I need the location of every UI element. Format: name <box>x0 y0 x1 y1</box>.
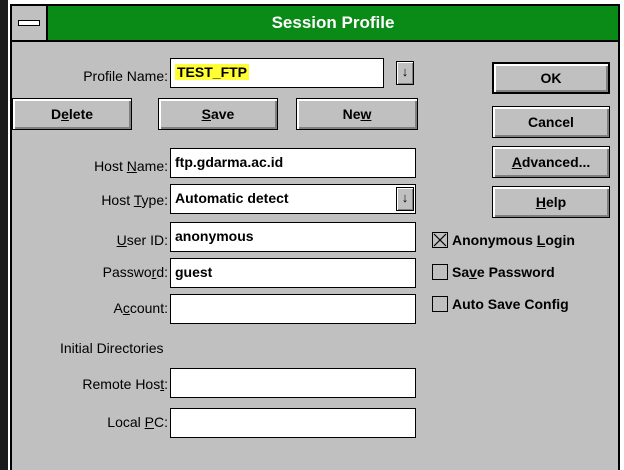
profile-dropdown-icon[interactable]: ↓ <box>396 61 414 85</box>
left-border <box>0 0 8 470</box>
user-id-field[interactable]: anonymous <box>170 222 416 252</box>
profile-name-field[interactable]: TEST_FTP <box>170 58 384 88</box>
save-password-checkbox[interactable] <box>432 264 448 280</box>
host-type-dropdown-icon[interactable]: ↓ <box>396 187 414 211</box>
password-label: Password: <box>102 264 168 280</box>
local-pc-field[interactable] <box>170 408 416 438</box>
account-field[interactable] <box>170 294 416 324</box>
local-pc-label: Local PC: <box>107 414 168 430</box>
anonymous-login-label[interactable]: Anonymous Login <box>452 232 575 248</box>
ok-button[interactable]: OK <box>492 62 610 94</box>
remote-host-field[interactable] <box>170 368 416 398</box>
delete-button[interactable]: Delete <box>12 98 132 130</box>
session-profile-dialog: Session Profile Profile Name: TEST_FTP ↓… <box>10 4 620 470</box>
help-button[interactable]: Help <box>492 186 610 218</box>
user-id-label: User ID: <box>116 232 168 248</box>
window-title: Session Profile <box>271 13 395 32</box>
host-name-field[interactable]: ftp.gdarma.ac.id <box>170 148 416 178</box>
save-button[interactable]: Save <box>158 98 278 130</box>
anonymous-login-checkbox[interactable] <box>432 232 448 248</box>
host-name-label: Host Name: <box>94 158 168 174</box>
advanced-button[interactable]: Advanced... <box>492 146 610 178</box>
profile-name-label: Profile Name: <box>83 68 168 84</box>
screen: Session Profile Profile Name: TEST_FTP ↓… <box>0 0 624 470</box>
account-label: Account: <box>113 300 168 316</box>
auto-save-config-label[interactable]: Auto Save Config <box>452 296 569 312</box>
cancel-button[interactable]: Cancel <box>492 106 610 138</box>
profile-name-value: TEST_FTP <box>175 64 250 80</box>
host-type-value: Automatic detect <box>175 190 289 206</box>
auto-save-config-checkbox[interactable] <box>432 296 448 312</box>
password-field[interactable]: guest <box>170 258 416 288</box>
host-type-label: Host Type: <box>101 192 168 208</box>
save-password-label[interactable]: Save Password <box>452 264 555 280</box>
remote-host-label: Remote Host: <box>82 376 168 392</box>
title-bar[interactable]: Session Profile <box>12 6 618 42</box>
initial-directories-heading: Initial Directories <box>60 340 164 356</box>
checkmark-x-icon <box>433 233 447 247</box>
system-menu-icon[interactable] <box>12 6 48 40</box>
new-button[interactable]: New <box>296 98 418 130</box>
host-type-select[interactable]: Automatic detect <box>170 184 416 214</box>
